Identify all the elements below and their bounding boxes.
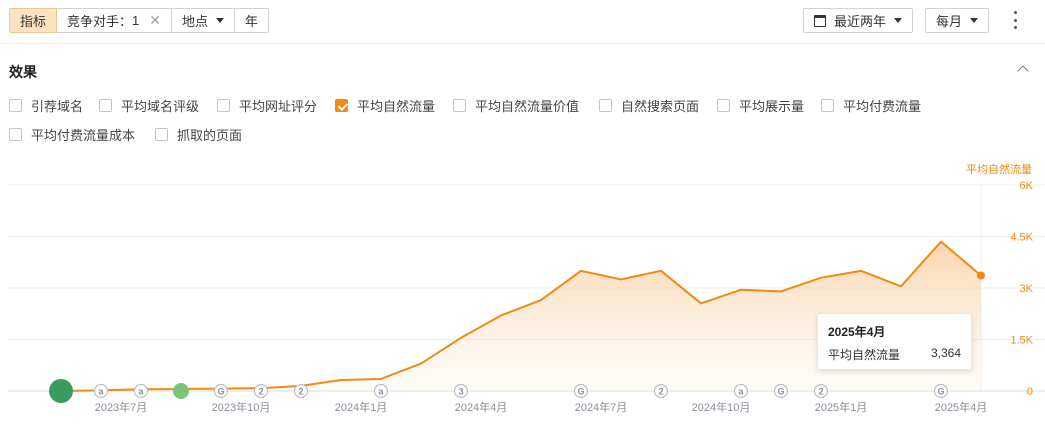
filter-segment: 指标 竞争对手： 1 ✕ 地点 年 bbox=[9, 8, 270, 33]
annotation-marker-label: 2 bbox=[658, 387, 663, 397]
checkbox-icon[interactable] bbox=[99, 99, 112, 112]
x-tick-label: 2025年1月 bbox=[815, 400, 868, 414]
competitor-filter[interactable]: 竞争对手： 1 ✕ bbox=[57, 8, 172, 33]
annotation-marker-label: 2 bbox=[258, 387, 263, 397]
date-range-dropdown[interactable]: 最近两年 bbox=[803, 8, 914, 33]
annotation-marker-label: 3 bbox=[458, 387, 463, 397]
checkbox-icon[interactable] bbox=[155, 128, 168, 141]
date-range-label: 最近两年 bbox=[834, 14, 887, 29]
y-tick-label: 0 bbox=[1027, 386, 1033, 398]
traffic-area-chart: 0 1.5K 3K 4.5K 6K 2023年7月 2023年10月 2024年1月 2024年… bbox=[8, 180, 1045, 414]
metric-checkbox-item[interactable]: 平均付费流量 bbox=[821, 96, 921, 115]
year-label: 年 bbox=[245, 14, 259, 29]
checkbox-icon[interactable] bbox=[9, 99, 22, 112]
location-dropdown[interactable]: 地点 bbox=[172, 8, 236, 33]
annotation-marker-label: 2 bbox=[298, 387, 303, 397]
competitor-count: 1 bbox=[132, 13, 140, 28]
metric-checkbox-item[interactable]: 引荐域名 bbox=[9, 96, 83, 115]
section-title: 效果 bbox=[9, 64, 37, 80]
chevron-down-icon bbox=[216, 18, 225, 23]
metric-label: 自然搜索页面 bbox=[621, 99, 700, 114]
tooltip-series-label: 平均自然流量 bbox=[828, 348, 901, 362]
metrics-tab-label: 指标 bbox=[20, 14, 47, 29]
series-last-point bbox=[977, 271, 985, 280]
chevron-down-icon bbox=[970, 18, 979, 23]
granularity-label: 每月 bbox=[936, 14, 963, 29]
competitor-label: 竞争对手： bbox=[67, 14, 133, 29]
annotation-marker-label: G bbox=[217, 387, 224, 397]
annotation-marker-label: G bbox=[577, 387, 584, 397]
metric-label: 平均网址评分 bbox=[239, 99, 318, 114]
tooltip-title: 2025年4月 bbox=[828, 325, 886, 339]
annotation-marker-label: 2 bbox=[818, 387, 823, 397]
metric-label: 平均展示量 bbox=[739, 99, 805, 114]
x-tick-label: 2023年10月 bbox=[212, 400, 271, 414]
chevron-down-icon bbox=[894, 18, 903, 23]
metric-label: 抓取的页面 bbox=[177, 128, 243, 143]
checkbox-checked-icon[interactable] bbox=[335, 99, 348, 112]
metric-checkbox-item[interactable]: 平均自然流量价值 bbox=[453, 96, 579, 115]
event-marker-large bbox=[49, 379, 73, 403]
metric-checkbox-item[interactable]: 平均域名评级 bbox=[99, 96, 199, 115]
metric-checkbox-item[interactable]: 平均网址评分 bbox=[217, 96, 317, 115]
x-tick-label: 2024年7月 bbox=[575, 400, 628, 414]
more-options-icon[interactable] bbox=[1010, 10, 1020, 30]
x-tick-label: 2023年7月 bbox=[95, 400, 148, 414]
x-tick-label: 2024年4月 bbox=[455, 400, 508, 414]
tooltip-value: 3,364 bbox=[930, 346, 961, 360]
metrics-tab[interactable]: 指标 bbox=[9, 8, 58, 33]
metric-label: 平均付费流量成本 bbox=[31, 128, 136, 143]
x-tick-label: 2025年4月 bbox=[935, 400, 988, 414]
y-tick-label: 1.5K bbox=[1010, 335, 1033, 347]
metric-checkbox-item[interactable]: 抓取的页面 bbox=[155, 125, 242, 144]
x-tick-label: 2024年1月 bbox=[335, 400, 388, 414]
calendar-icon bbox=[814, 14, 826, 27]
granularity-dropdown[interactable]: 每月 bbox=[925, 8, 990, 33]
year-button[interactable]: 年 bbox=[235, 8, 270, 33]
checkbox-icon[interactable] bbox=[9, 128, 22, 141]
annotation-marker-label: G bbox=[777, 387, 784, 397]
metric-label: 平均自然流量 bbox=[357, 99, 436, 114]
annotation-marker-label: G bbox=[937, 387, 944, 397]
checkbox-icon[interactable] bbox=[453, 99, 466, 112]
metric-checkbox-item[interactable]: 平均付费流量成本 bbox=[9, 125, 135, 144]
y-tick-label: 4.5K bbox=[1010, 232, 1033, 244]
chart-tooltip: 2025年4月 平均自然流量 3,364 bbox=[817, 313, 972, 370]
metric-label: 引荐域名 bbox=[31, 99, 84, 114]
checkbox-icon[interactable] bbox=[717, 99, 730, 112]
metric-checkbox-item[interactable]: 平均自然流量 bbox=[335, 96, 435, 115]
metric-checkbox-item[interactable]: 平均展示量 bbox=[717, 96, 804, 115]
metric-label: 平均付费流量 bbox=[843, 99, 922, 114]
close-icon[interactable]: ✕ bbox=[149, 12, 161, 29]
event-marker-small bbox=[173, 383, 189, 399]
checkbox-icon[interactable] bbox=[599, 99, 612, 112]
y-tick-label: 3K bbox=[1020, 283, 1034, 295]
toolbar: 指标 竞争对手： 1 ✕ 地点 年 最近两年 每月 bbox=[0, 0, 1045, 44]
checkbox-icon[interactable] bbox=[821, 99, 834, 112]
location-label: 地点 bbox=[182, 14, 209, 29]
x-tick-label: 2024年10月 bbox=[692, 400, 751, 414]
metric-checkbox-item[interactable]: 自然搜索页面 bbox=[599, 96, 699, 115]
metric-label: 平均自然流量价值 bbox=[475, 99, 580, 114]
y-tick-label: 6K bbox=[1020, 180, 1034, 192]
metric-label: 平均域名评级 bbox=[121, 99, 200, 114]
checkbox-icon[interactable] bbox=[217, 99, 230, 112]
collapse-chevron-icon[interactable] bbox=[1017, 64, 1029, 76]
